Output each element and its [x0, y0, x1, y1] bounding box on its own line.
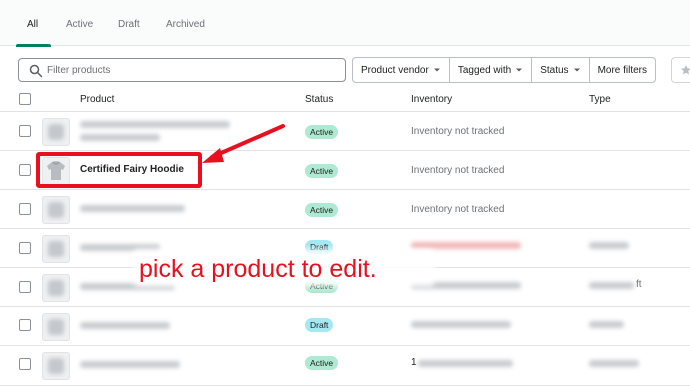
row-checkbox[interactable] [19, 242, 31, 254]
redacted-inventory [418, 360, 513, 367]
caret-down-icon [433, 68, 440, 72]
redacted-type [589, 360, 639, 367]
inventory-cell: Inventory not tracked [411, 126, 505, 137]
annotation-text: pick a product to edit. [139, 255, 377, 283]
table-row[interactable]: Draft [0, 307, 690, 346]
tab-active[interactable]: Active [66, 18, 93, 32]
redacted-type [589, 321, 624, 328]
row-checkbox[interactable] [19, 164, 31, 176]
search-icon [29, 64, 43, 78]
column-header-status: Status [305, 94, 334, 105]
tab-archived[interactable]: Archived [166, 18, 205, 32]
table-header: Product Status Inventory Type [0, 88, 690, 112]
highlight-box [36, 152, 202, 188]
redacted-type [589, 282, 634, 289]
row-checkbox[interactable] [19, 358, 31, 370]
more-filters-button[interactable]: More filters [590, 58, 655, 82]
product-thumbnail [42, 118, 70, 146]
star-icon [681, 65, 690, 75]
save-filter-button[interactable] [671, 57, 690, 83]
status-badge: Active [305, 203, 339, 217]
product-thumbnail [42, 313, 70, 341]
status-badge: Active [305, 164, 339, 178]
status-badge: Active [305, 125, 339, 139]
inventory-cell: Inventory not tracked [411, 165, 505, 176]
tab-all[interactable]: All [27, 18, 38, 32]
tab-draft[interactable]: Draft [118, 18, 140, 32]
table-row[interactable]: Active Inventory not tracked [0, 112, 690, 151]
tagged-with-filter[interactable]: Tagged with [450, 58, 533, 82]
redacted-inventory [411, 242, 521, 249]
redacted-inventory [411, 321, 511, 328]
row-checkbox[interactable] [19, 203, 31, 215]
product-thumbnail [42, 235, 70, 263]
type-cell: ft [636, 279, 642, 290]
redacted-product-name [80, 361, 180, 368]
inventory-cell: 1 [411, 357, 417, 368]
row-checkbox[interactable] [19, 281, 31, 293]
search-field[interactable] [18, 58, 346, 82]
caret-down-icon [573, 68, 580, 72]
column-header-inventory: Inventory [411, 94, 453, 105]
inventory-cell: Inventory not tracked [411, 204, 505, 215]
redacted-type [589, 242, 629, 249]
product-vendor-label: Product vendor [361, 64, 429, 76]
row-checkbox[interactable] [19, 319, 31, 331]
redacted-product-name [80, 322, 170, 329]
table-row[interactable]: Active Inventory not tracked [0, 190, 690, 229]
redacted-product-name [80, 134, 160, 141]
caret-down-icon [516, 68, 523, 72]
product-thumbnail [42, 352, 70, 380]
redacted-product-name [80, 205, 185, 212]
product-thumbnail [42, 274, 70, 302]
product-thumbnail [42, 196, 70, 224]
status-filter-label: Status [540, 64, 569, 76]
row-checkbox[interactable] [19, 125, 31, 137]
product-vendor-filter[interactable]: Product vendor [353, 58, 450, 82]
filter-button-group: Product vendor Tagged with Status More f… [352, 57, 657, 83]
tagged-with-label: Tagged with [457, 64, 512, 76]
status-badge: Active [305, 356, 339, 370]
column-header-type: Type [589, 94, 611, 105]
status-filter[interactable]: Status [532, 58, 590, 82]
redacted-product-name [80, 121, 230, 128]
status-tabs: All Active Draft Archived [0, 0, 690, 47]
column-header-product: Product [80, 94, 115, 105]
more-filters-label: More filters [597, 64, 648, 76]
select-all-checkbox[interactable] [19, 93, 31, 105]
table-row[interactable]: Active 1 [0, 346, 690, 386]
active-tab-indicator [16, 44, 51, 47]
search-input[interactable] [47, 62, 337, 78]
status-badge: Draft [305, 318, 334, 332]
